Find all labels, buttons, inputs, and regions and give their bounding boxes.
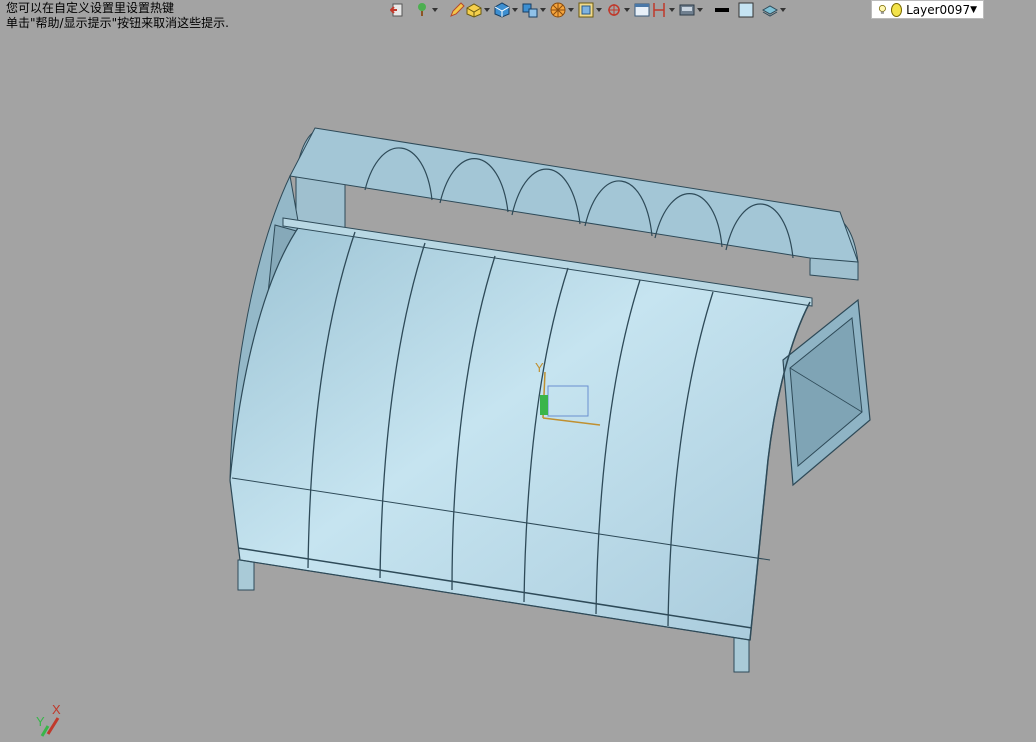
wheel-icon: [550, 2, 566, 18]
solid-button[interactable]: [494, 0, 521, 20]
layer-stack-icon: [762, 5, 778, 17]
measure-button[interactable]: [651, 0, 678, 20]
exit-icon: [390, 3, 403, 17]
cheese-block-icon: [466, 3, 482, 18]
tip-text: 您可以在自定义设置里设置热键 单击"帮助/显示提示"按钮来取消这些提示.: [6, 1, 229, 31]
pencil-icon: [450, 2, 465, 17]
light-bulb-icon[interactable]: [877, 3, 888, 17]
world-axis-triad: X Y: [36, 702, 61, 737]
tip-line-1: 您可以在自定义设置里设置热键: [6, 1, 175, 15]
center-triad-y-label: Y: [535, 360, 544, 375]
frame-button[interactable]: [578, 0, 605, 20]
tree-icon: [418, 3, 426, 16]
fill-color-button[interactable]: [738, 0, 754, 20]
sketch-button[interactable]: [449, 0, 465, 20]
triad-y-label: Y: [36, 714, 45, 729]
line-color-button[interactable]: [714, 0, 730, 20]
block-button[interactable]: [466, 0, 493, 20]
tip-line-2: 单击"帮助/显示提示"按钮来取消这些提示.: [6, 16, 229, 30]
model-canvas[interactable]: Y: [0, 0, 1036, 738]
window-icon: [634, 3, 650, 17]
tree-button[interactable]: [414, 0, 441, 20]
split-button[interactable]: [522, 0, 549, 20]
render-button[interactable]: [550, 0, 577, 20]
exit-button[interactable]: [390, 0, 406, 20]
view-toolbar: [390, 0, 789, 20]
triad-x-label: X: [52, 702, 61, 717]
fill-color-icon: [738, 2, 754, 18]
layer-manager-button[interactable]: [762, 0, 789, 20]
cube-icon: [494, 2, 510, 18]
line-color-icon: [715, 8, 729, 12]
display-icon: [679, 4, 695, 16]
greenhouse-model: [229, 127, 871, 673]
measure-icon: [653, 3, 665, 17]
cube-split-icon: [522, 3, 538, 18]
3d-viewport[interactable]: Y: [0, 0, 1036, 738]
layer-color-icon[interactable]: [890, 2, 903, 17]
display-button[interactable]: [679, 0, 706, 20]
layer-selector[interactable]: Layer0097 ▼: [871, 0, 984, 19]
frame-icon: [578, 2, 594, 18]
layer-name: Layer0097: [906, 2, 971, 17]
chevron-down-icon[interactable]: ▼: [970, 5, 977, 15]
axis-button[interactable]: [606, 0, 633, 20]
axis-icon: [608, 4, 620, 16]
window-button[interactable]: [634, 0, 650, 20]
